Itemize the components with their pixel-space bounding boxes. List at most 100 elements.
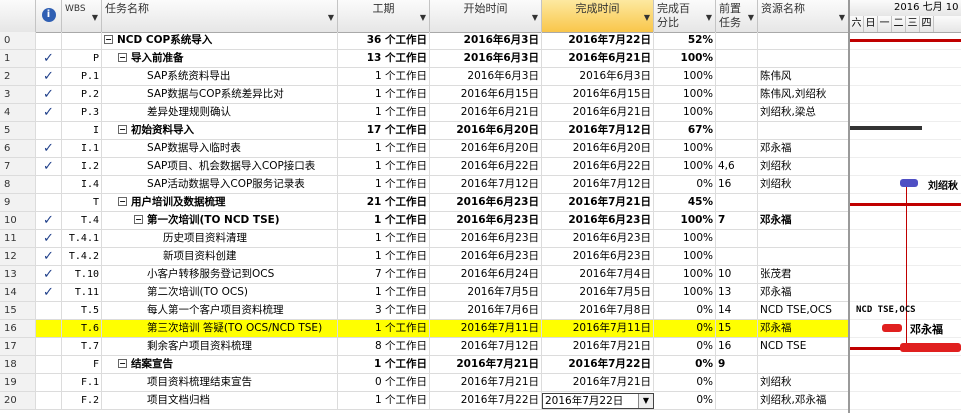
finish-cell[interactable]: 2016年6月22日 [542,158,654,175]
table-row[interactable]: 8 I.4 SAP活动数据导入COP服务记录表 1 个工作日 2016年7月12日 201… [0,176,848,194]
percent-complete-header[interactable]: 完成百 分比 ▼ [654,0,716,32]
predecessor-cell[interactable]: 10 [716,266,758,283]
indicators-header[interactable]: i [36,0,62,32]
duration-cell[interactable]: 1 个工作日 [338,392,430,409]
duration-cell[interactable]: 1 个工作日 [338,284,430,301]
wbs-cell[interactable]: P.3 [62,104,102,121]
row-number[interactable]: 4 [0,104,36,121]
start-cell[interactable]: 2016年7月12日 [430,338,542,355]
collapse-toggle-icon[interactable]: − [118,197,127,206]
resource-cell[interactable]: 刘绍秋 [758,158,848,175]
percent-cell[interactable]: 100% [654,86,716,103]
finish-cell[interactable]: 2016年7月5日 [542,284,654,301]
table-row[interactable]: 18 F − 结案宣告 1 个工作日 2016年7月21日 2016年7月22日 0% 9 [0,356,848,374]
row-number[interactable]: 3 [0,86,36,103]
resource-cell[interactable]: 刘绍秋 [758,374,848,391]
table-row[interactable]: 1 ✓ P − 导入前准备 13 个工作日 2016年6月3日 2016年6月21日 100% [0,50,848,68]
predecessor-cell[interactable] [716,194,758,211]
collapse-toggle-icon[interactable]: − [134,215,143,224]
row-number[interactable]: 10 [0,212,36,229]
duration-cell[interactable]: 1 个工作日 [338,104,430,121]
dropdown-arrow-icon[interactable]: ▼ [420,11,426,25]
resource-cell[interactable]: 张茂君 [758,266,848,283]
finish-cell[interactable]: 2016年7月21日 [542,194,654,211]
start-cell[interactable]: 2016年7月12日 [430,176,542,193]
table-row[interactable]: 4 ✓ P.3 差异处理规则确认 1 个工作日 2016年6月21日 2016年6月21日 1… [0,104,848,122]
dropdown-arrow-icon[interactable]: ▼ [328,11,334,25]
row-number-header[interactable] [0,0,36,32]
duration-cell[interactable]: 8 个工作日 [338,338,430,355]
start-cell[interactable]: 2016年7月21日 [430,356,542,373]
start-cell[interactable]: 2016年6月22日 [430,158,542,175]
percent-cell[interactable]: 100% [654,248,716,265]
task-name-cell[interactable]: SAP项目、机会数据导入COP接口表 [102,158,338,175]
resource-cell[interactable]: 陈伟风,刘绍秋 [758,86,848,103]
row-number[interactable]: 11 [0,230,36,247]
finish-cell[interactable]: 2016年7月4日 [542,266,654,283]
collapse-toggle-icon[interactable]: − [104,35,113,44]
wbs-cell[interactable]: F.2 [62,392,102,409]
dropdown-arrow-icon[interactable]: ▼ [532,11,538,25]
predecessor-cell[interactable] [716,230,758,247]
predecessor-cell[interactable] [716,140,758,157]
row-number[interactable]: 2 [0,68,36,85]
predecessor-cell[interactable] [716,122,758,139]
percent-cell[interactable]: 0% [654,338,716,355]
wbs-cell[interactable]: P.1 [62,68,102,85]
table-row[interactable]: 11 ✓ T.4.1 历史项目资料清理 1 个工作日 2016年6月23日 2016年6月2… [0,230,848,248]
start-cell[interactable]: 2016年6月15日 [430,86,542,103]
row-number[interactable]: 19 [0,374,36,391]
predecessor-cell[interactable]: 16 [716,338,758,355]
start-cell[interactable]: 2016年7月22日 [430,392,542,409]
resource-cell[interactable] [758,32,848,49]
resource-cell[interactable]: 刘绍秋,梁总 [758,104,848,121]
wbs-cell[interactable]: I.1 [62,140,102,157]
dropdown-arrow-icon[interactable]: ▼ [92,11,98,25]
percent-cell[interactable]: 100% [654,50,716,67]
table-row[interactable]: 17 T.7 剩余客户项目资料梳理 8 个工作日 2016年7月12日 2016年7月21… [0,338,848,356]
predecessor-cell[interactable]: 4,6 [716,158,758,175]
finish-header[interactable]: 完成时间 ▼ [542,0,654,32]
percent-cell[interactable]: 100% [654,104,716,121]
table-row[interactable]: 14 ✓ T.11 第二次培训(TO OCS) 1 个工作日 2016年7月5日 2016年… [0,284,848,302]
task-name-cell[interactable]: − 结案宣告 [102,356,338,373]
table-row[interactable]: 16 T.6 第三次培训 答疑(TO OCS/NCD TSE) 1 个工作日 2016年… [0,320,848,338]
wbs-cell[interactable]: T.4.1 [62,230,102,247]
finish-cell[interactable]: 2016年7月12日 [542,122,654,139]
wbs-cell[interactable]: I.4 [62,176,102,193]
table-row[interactable]: 2 ✓ P.1 SAP系统资料导出 1 个工作日 2016年6月3日 2016年6月3日 10… [0,68,848,86]
task-name-cell[interactable]: 历史项目资料清理 [102,230,338,247]
percent-cell[interactable]: 0% [654,302,716,319]
predecessor-cell[interactable] [716,374,758,391]
resource-cell[interactable] [758,122,848,139]
percent-cell[interactable]: 100% [654,284,716,301]
dropdown-arrow-icon[interactable]: ▼ [748,11,754,25]
duration-cell[interactable]: 1 个工作日 [338,230,430,247]
task-name-cell[interactable]: 剩余客户项目资料梳理 [102,338,338,355]
start-cell[interactable]: 2016年6月3日 [430,50,542,67]
duration-cell[interactable]: 0 个工作日 [338,374,430,391]
duration-cell[interactable]: 3 个工作日 [338,302,430,319]
resource-cell[interactable] [758,356,848,373]
resource-cell[interactable] [758,194,848,211]
task-name-cell[interactable]: − 用户培训及数据梳理 [102,194,338,211]
predecessor-cell[interactable]: 14 [716,302,758,319]
start-cell[interactable]: 2016年6月3日 [430,68,542,85]
resource-cell[interactable] [758,50,848,67]
duration-cell[interactable]: 21 个工作日 [338,194,430,211]
task-name-cell[interactable]: − 初始资料导入 [102,122,338,139]
task-name-cell[interactable]: 项目文档归档 [102,392,338,409]
collapse-toggle-icon[interactable]: − [118,359,127,368]
resource-cell[interactable]: 刘绍秋,邓永福 [758,392,848,409]
percent-cell[interactable]: 100% [654,68,716,85]
row-number[interactable]: 14 [0,284,36,301]
wbs-cell[interactable]: I [62,122,102,139]
percent-cell[interactable]: 100% [654,230,716,247]
table-row[interactable]: 10 ✓ T.4− 第一次培训(TO NCD TSE) 1 个工作日 2016年6月23日… [0,212,848,230]
task-name-cell[interactable]: 小客户转移服务登记到OCS [102,266,338,283]
duration-cell[interactable]: 1 个工作日 [338,356,430,373]
finish-date-editor[interactable]: 2016年7月22日 ▼ [542,393,654,409]
task-name-cell[interactable]: 项目资料梳理结束宣告 [102,374,338,391]
resource-cell[interactable] [758,248,848,265]
percent-cell[interactable]: 100% [654,212,716,229]
